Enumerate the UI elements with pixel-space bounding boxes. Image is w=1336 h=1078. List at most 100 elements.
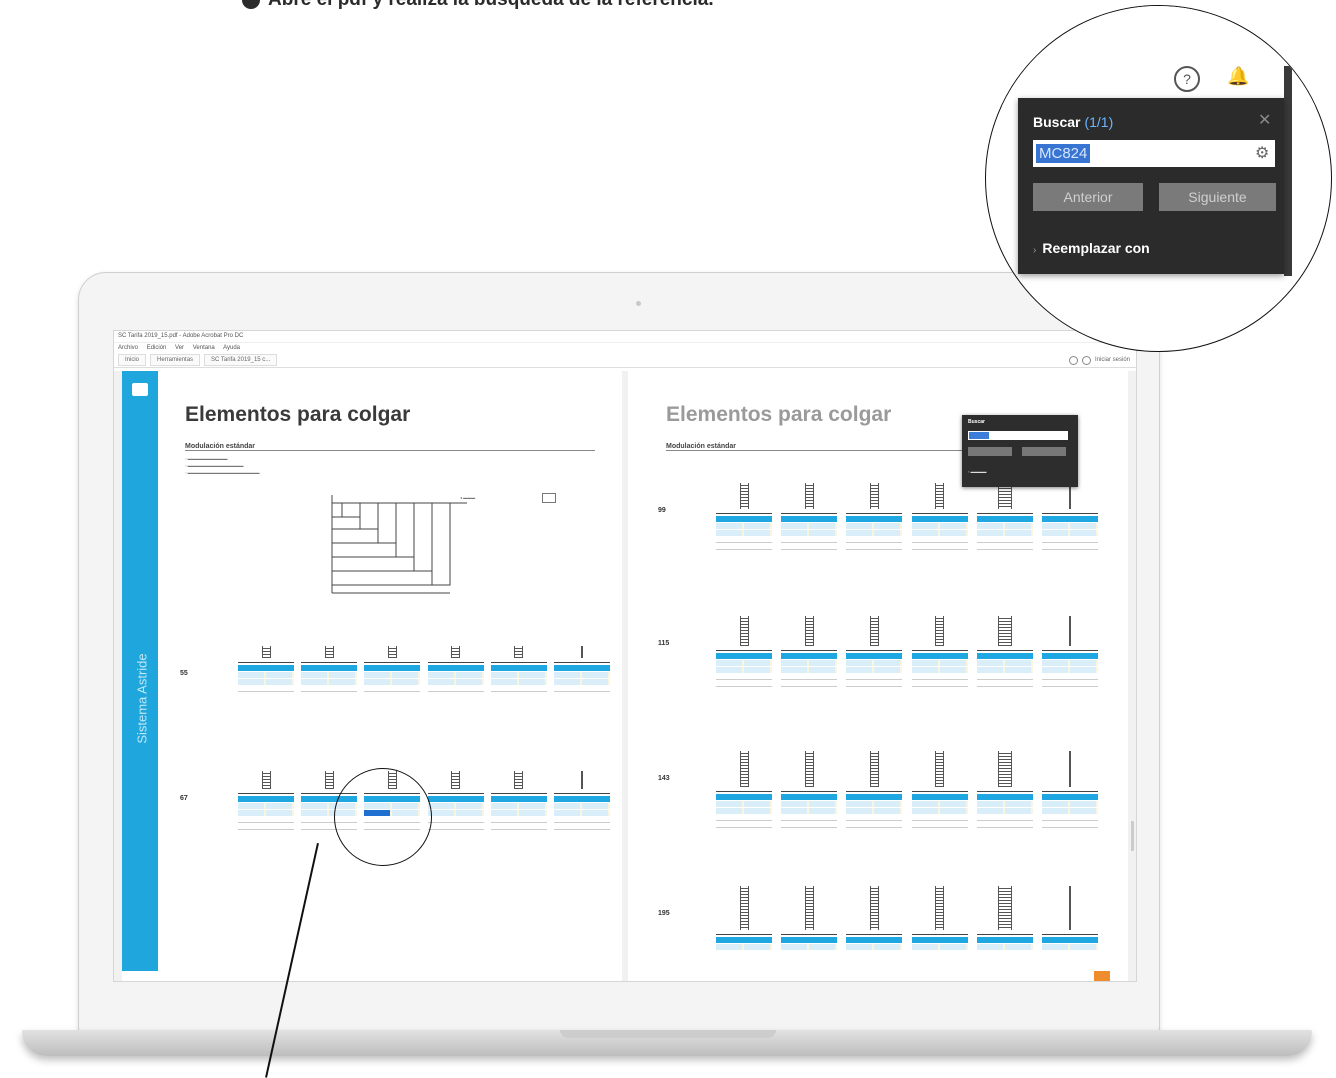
product-column xyxy=(1041,751,1098,829)
product-column xyxy=(976,751,1033,829)
product-column xyxy=(238,771,294,831)
search-input[interactable]: MC824 ⚙ xyxy=(1033,140,1275,167)
modulation-diagram xyxy=(331,495,467,594)
product-column xyxy=(781,886,838,951)
product-column xyxy=(846,483,903,551)
next-button-small[interactable] xyxy=(1022,447,1066,456)
find-title: Buscar (1/1) xyxy=(1033,114,1113,130)
laptop-notch xyxy=(560,1030,776,1038)
menu-item-archivo[interactable]: Archivo xyxy=(118,345,138,351)
product-column xyxy=(1041,616,1098,688)
laptop-camera xyxy=(636,301,641,306)
prev-button-small[interactable] xyxy=(968,447,1012,456)
tab-inicio[interactable]: Inicio xyxy=(118,354,147,366)
product-column xyxy=(911,751,968,829)
help-icon[interactable] xyxy=(1068,355,1078,365)
document-area: Sistema Astride Elementos para colgar Mo… xyxy=(114,371,1136,981)
search-query: MC824 xyxy=(1036,144,1091,163)
block-height: 99 xyxy=(658,507,666,514)
chevron-right-icon: › xyxy=(1033,245,1037,256)
product-column xyxy=(976,886,1033,951)
replace-toggle-small[interactable]: › ▬▬▬▬ xyxy=(968,469,986,474)
brand-badge-icon xyxy=(1094,971,1110,981)
menu-item-ayuda[interactable]: Ayuda xyxy=(223,345,240,351)
product-block: 99 xyxy=(658,483,1098,583)
tab-herramientas[interactable]: Herramientas xyxy=(150,354,201,366)
step-dot-icon xyxy=(242,0,260,9)
product-column xyxy=(716,886,772,951)
product-columns xyxy=(716,751,1098,829)
diagram-legend: ◂ ▬▬▬ xyxy=(460,495,476,500)
product-column xyxy=(846,616,903,688)
left-page: Sistema Astride Elementos para colgar Mo… xyxy=(122,371,622,981)
product-column xyxy=(301,646,358,693)
close-icon[interactable]: ✕ xyxy=(1258,110,1271,130)
product-column xyxy=(1041,483,1098,551)
menu-item-edicion[interactable]: Edición xyxy=(147,345,167,351)
toolbar-edge xyxy=(1284,66,1292,276)
product-column xyxy=(238,646,294,693)
block-height: 195 xyxy=(658,910,670,917)
scrollbar[interactable] xyxy=(1131,821,1134,851)
page-title: Elementos para colgar xyxy=(666,403,892,426)
sidebar-brand-text: Sistema Astride xyxy=(134,653,150,744)
instruction-text: Abre el pdf y realiza la búsqueda de la … xyxy=(268,0,714,11)
find-input-small[interactable] xyxy=(968,431,1068,440)
page-subtitle: Modulación estándar xyxy=(185,443,595,451)
product-block: 115 xyxy=(658,616,1098,716)
bell-icon[interactable] xyxy=(1081,355,1091,365)
product-columns xyxy=(716,483,1098,551)
find-panel-small: Buscar › ▬▬▬▬ xyxy=(962,415,1078,487)
product-column xyxy=(716,616,772,688)
bell-icon[interactable]: 🔔 xyxy=(1227,66,1249,87)
find-count: (1/1) xyxy=(1084,114,1114,130)
menu-item-ventana[interactable]: Ventana xyxy=(193,345,215,351)
product-column xyxy=(781,751,838,829)
page-title: Elementos para colgar xyxy=(185,403,411,426)
block-height: 115 xyxy=(658,640,670,647)
product-column xyxy=(911,616,968,688)
product-column xyxy=(490,771,547,831)
next-button[interactable]: Siguiente xyxy=(1159,183,1276,211)
selected-text-highlight xyxy=(969,432,989,439)
replace-toggle[interactable]: › Reemplazar con xyxy=(1033,240,1150,256)
help-icon[interactable]: ? xyxy=(1174,66,1200,92)
legend-box xyxy=(542,493,556,503)
product-column xyxy=(781,483,838,551)
product-column xyxy=(427,646,484,693)
product-column xyxy=(976,483,1033,551)
product-column xyxy=(846,886,903,951)
tab-document[interactable]: SC Tarifa 2019_15 c... xyxy=(204,354,278,366)
replace-label: Reemplazar con xyxy=(1042,240,1150,256)
product-block: 195 xyxy=(658,886,1098,976)
block-height: 55 xyxy=(180,670,188,677)
zoom-callout: ? 🔔 Buscar (1/1) ✕ MC824 ⚙ Anterior Sigui… xyxy=(985,5,1332,352)
product-column xyxy=(716,483,772,551)
product-column xyxy=(911,483,968,551)
product-column xyxy=(427,771,484,831)
menu-item-ver[interactable]: Ver xyxy=(175,345,184,351)
product-column xyxy=(781,616,838,688)
product-block: 143 xyxy=(658,751,1098,851)
product-column xyxy=(553,771,610,831)
previous-button[interactable]: Anterior xyxy=(1033,183,1143,211)
tab-bar: Inicio Herramientas SC Tarifa 2019_15 c.… xyxy=(114,353,1136,368)
highlight-ring xyxy=(334,768,432,866)
product-column xyxy=(976,616,1033,688)
product-column xyxy=(911,886,968,951)
laptop-screen: SC Tarifa 2019_15.pdf - Adobe Acrobat Pr… xyxy=(113,330,1137,982)
menu-bar: Archivo Edición Ver Ventana Ayuda xyxy=(114,343,1136,353)
bullet-list: ▫ ▬▬▬▬▬▬▬▬▬▬ ▫ ▬▬▬▬▬▬▬▬▬▬▬▬▬▬ ▫ ▬▬▬▬▬▬▬▬▬▬… xyxy=(185,456,260,475)
block-height: 143 xyxy=(658,775,670,782)
product-columns xyxy=(716,886,1098,951)
sign-in-link[interactable]: Iniciar sesión xyxy=(1095,357,1130,363)
brand-logo-icon xyxy=(132,383,148,396)
instruction-caption: Abre el pdf y realiza la búsqueda de la … xyxy=(242,0,714,11)
product-columns xyxy=(238,646,610,693)
product-column xyxy=(553,646,610,693)
find-title-text: Buscar xyxy=(1033,114,1081,130)
gear-icon[interactable]: ⚙ xyxy=(1255,143,1269,163)
product-column xyxy=(364,646,421,693)
find-title-small: Buscar xyxy=(968,419,985,425)
product-block: 55 xyxy=(180,646,610,716)
